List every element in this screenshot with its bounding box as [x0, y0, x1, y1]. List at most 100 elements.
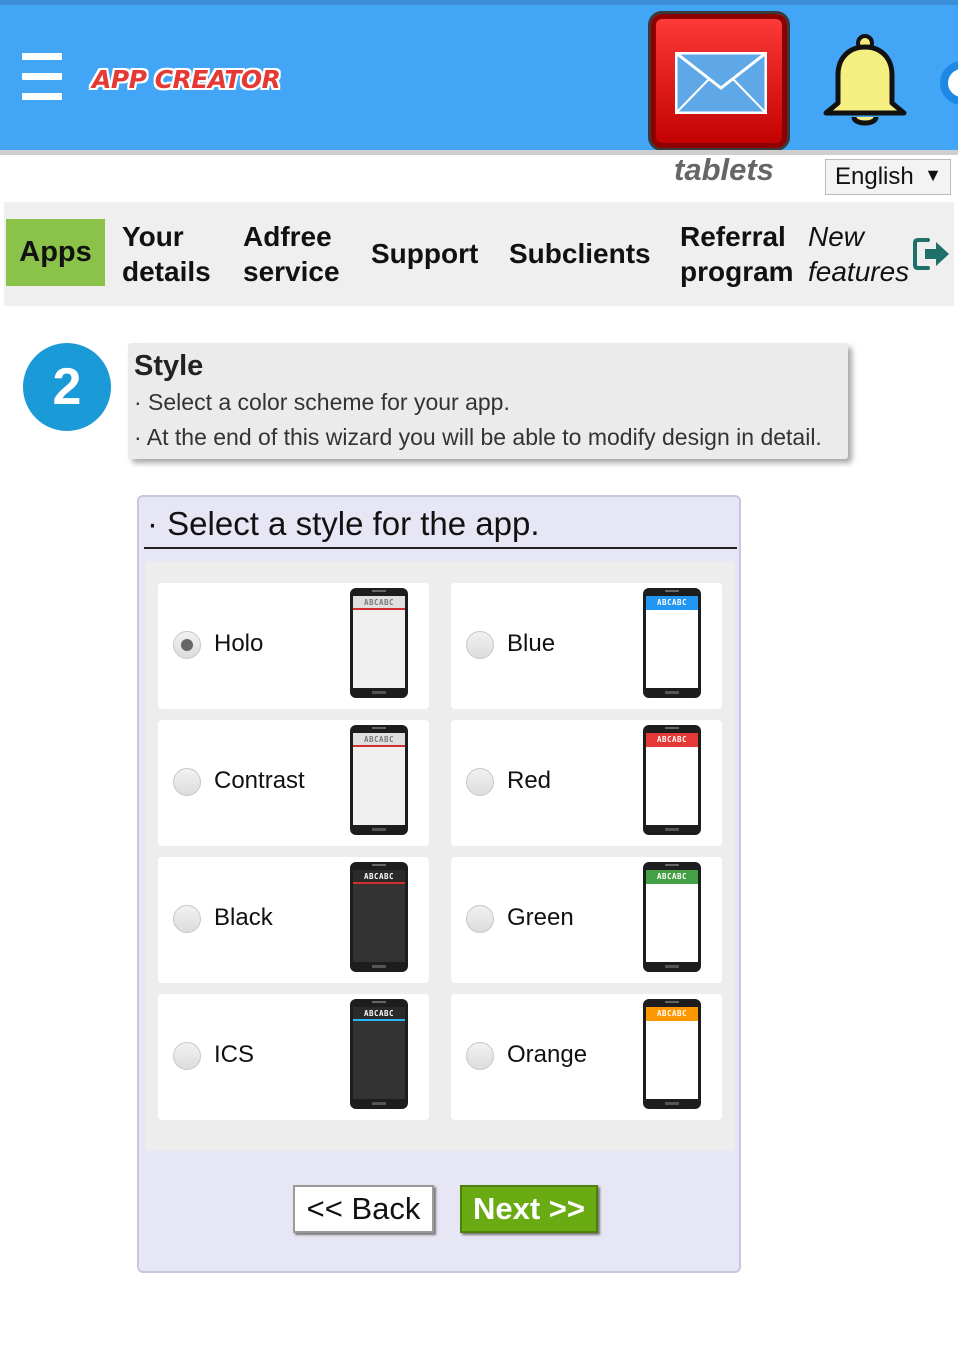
phone-screen: ABCABC [646, 870, 698, 962]
step-number-badge: 2 [23, 343, 111, 431]
profile-circle-icon[interactable] [940, 61, 958, 105]
dropdown-arrow-icon: ▼ [924, 165, 942, 185]
nav-item-your-details[interactable]: Your details [122, 219, 211, 289]
style-option-label: Black [214, 904, 273, 931]
phone-action-bar: ABCABC [353, 1007, 405, 1021]
panel-divider [144, 547, 737, 549]
phone-speaker [372, 1001, 386, 1003]
phone-action-bar: ABCABC [646, 1007, 698, 1021]
nav-label-line: Referral [680, 221, 786, 252]
nav-item-new-features[interactable]: New features [808, 219, 909, 289]
panel-title: · Select a style for the app. [147, 505, 540, 542]
style-radio[interactable] [466, 768, 494, 796]
nav-label-line: New [808, 221, 865, 252]
hamburger-menu-icon[interactable] [22, 53, 62, 107]
top-header-bar: APP CREATOR [0, 0, 958, 151]
phone-screen: ABCABC [646, 596, 698, 688]
phone-preview-icon: ABCABC [643, 725, 701, 835]
phone-home-button [372, 828, 386, 831]
phone-speaker [665, 1001, 679, 1003]
style-option-ics[interactable]: ICS ABCABC [158, 994, 429, 1120]
envelope-icon [675, 52, 767, 114]
phone-action-bar: ABCABC [353, 733, 405, 747]
phone-action-bar: ABCABC [353, 870, 405, 884]
step-info-box: Style · Select a color scheme for your a… [128, 343, 848, 459]
phone-preview-icon: ABCABC [643, 862, 701, 972]
style-option-label: Red [507, 767, 552, 794]
phone-home-button [665, 828, 679, 831]
language-select[interactable]: English ▼ [825, 159, 951, 195]
phone-speaker [372, 864, 386, 866]
phone-speaker [665, 864, 679, 866]
phone-speaker [372, 727, 386, 729]
phone-screen: ABCABC [353, 870, 405, 962]
phone-action-bar: ABCABC [646, 870, 698, 884]
phone-speaker [665, 590, 679, 592]
phone-action-bar: ABCABC [646, 596, 698, 610]
style-option-green[interactable]: Green ABCABC [451, 857, 722, 983]
messages-button[interactable] [648, 11, 790, 151]
style-option-label: Contrast [214, 767, 305, 794]
phone-home-button [372, 965, 386, 968]
style-option-blue[interactable]: Blue ABCABC [451, 583, 722, 709]
nav-label-line: Adfree [243, 221, 332, 252]
nav-label-line: program [680, 256, 794, 287]
nav-item-subclients[interactable]: Subclients [509, 236, 651, 271]
style-radio[interactable] [173, 905, 201, 933]
step-title: Style [134, 350, 204, 382]
phone-preview-icon: ABCABC [350, 725, 408, 835]
phone-preview-icon: ABCABC [350, 588, 408, 698]
phone-speaker [372, 590, 386, 592]
phone-preview-icon: ABCABC [350, 999, 408, 1109]
style-radio[interactable] [466, 1042, 494, 1070]
nav-label-line: Your [122, 221, 184, 252]
style-option-orange[interactable]: Orange ABCABC [451, 994, 722, 1120]
main-nav: Apps Your details Adfree service Support… [4, 202, 954, 306]
style-option-contrast[interactable]: Contrast ABCABC [158, 720, 429, 846]
nav-label-line: service [243, 256, 340, 287]
style-radio[interactable] [173, 631, 201, 659]
style-option-black[interactable]: Black ABCABC [158, 857, 429, 983]
phone-home-button [665, 965, 679, 968]
platform-label: tablets [674, 152, 774, 187]
bell-icon[interactable] [816, 31, 914, 131]
app-creator-logo[interactable]: APP CREATOR [92, 65, 281, 94]
phone-preview-icon: ABCABC [643, 999, 701, 1109]
nav-label-line: features [808, 256, 910, 287]
step-description-2: · At the end of this wizard you will be … [134, 424, 822, 450]
app-screen: APP CREATOR tablets English ▼ Apps Your … [0, 0, 958, 1372]
phone-home-button [665, 691, 679, 694]
style-radio[interactable] [173, 1042, 201, 1070]
header-divider [0, 150, 958, 155]
nav-item-apps[interactable]: Apps [6, 219, 105, 286]
phone-screen: ABCABC [646, 1007, 698, 1099]
nav-item-referral-program[interactable]: Referral program [680, 219, 794, 289]
nav-item-support[interactable]: Support [371, 236, 478, 271]
phone-screen: ABCABC [353, 1007, 405, 1099]
step-description-1: · Select a color scheme for your app. [134, 389, 510, 415]
phone-home-button [665, 1102, 679, 1105]
style-option-label: Holo [214, 630, 264, 657]
phone-action-bar: ABCABC [353, 596, 405, 610]
phone-screen: ABCABC [353, 733, 405, 825]
exit-icon[interactable] [912, 236, 952, 272]
style-radio[interactable] [173, 768, 201, 796]
nav-item-adfree-service[interactable]: Adfree service [243, 219, 340, 289]
style-selection-panel: · Select a style for the app. Holo ABCABC… [137, 495, 741, 1273]
style-option-label: Blue [507, 630, 556, 657]
phone-preview-icon: ABCABC [643, 588, 701, 698]
style-options-grid: Holo ABCABC Blue ABCABC Contrast ABCABC Red ABC… [145, 561, 735, 1151]
style-radio[interactable] [466, 905, 494, 933]
phone-home-button [372, 691, 386, 694]
back-button[interactable]: << Back [293, 1185, 434, 1233]
style-radio[interactable] [466, 631, 494, 659]
phone-preview-icon: ABCABC [350, 862, 408, 972]
style-option-holo[interactable]: Holo ABCABC [158, 583, 429, 709]
phone-home-button [372, 1102, 386, 1105]
style-option-label: Green [507, 904, 574, 931]
next-button[interactable]: Next >> [460, 1185, 598, 1233]
style-option-label: Orange [507, 1041, 588, 1068]
phone-screen: ABCABC [353, 596, 405, 688]
phone-screen: ABCABC [646, 733, 698, 825]
style-option-red[interactable]: Red ABCABC [451, 720, 722, 846]
